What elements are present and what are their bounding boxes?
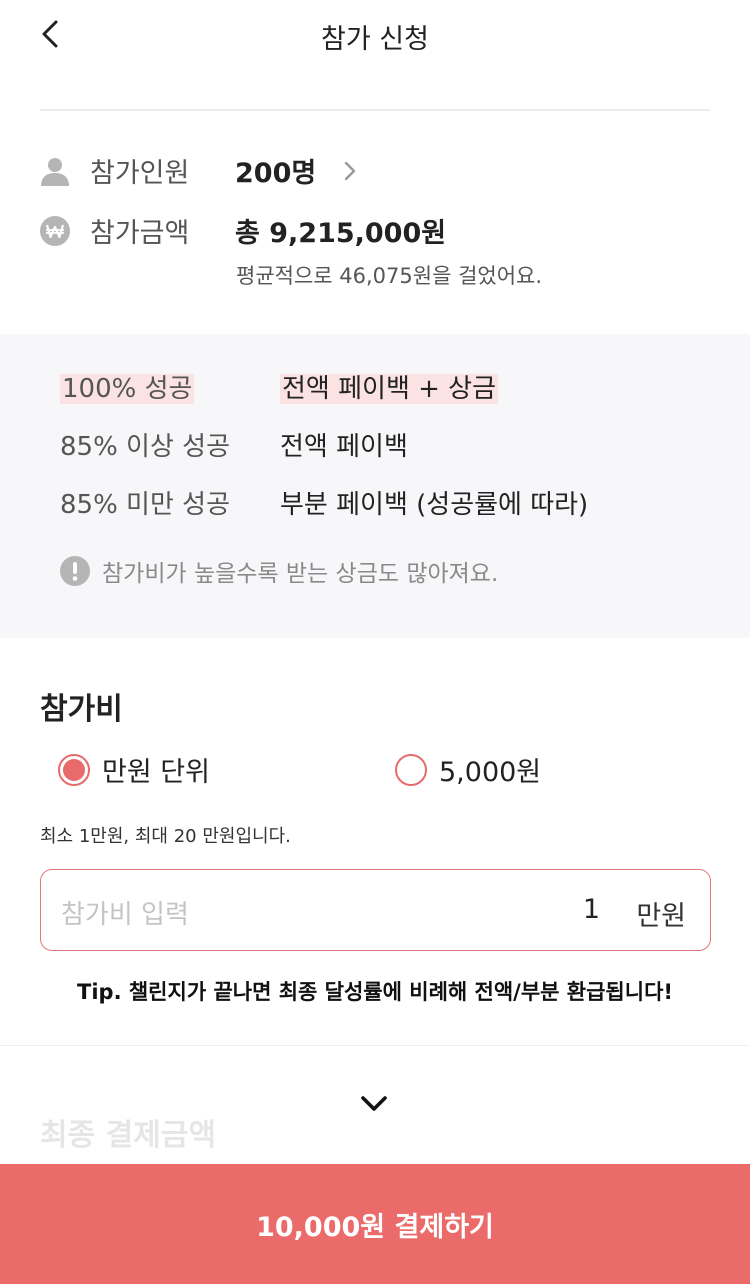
radio-button[interactable] bbox=[395, 753, 427, 786]
radio-label: 5,000원 bbox=[439, 757, 542, 788]
fee-input-unit: 만원 bbox=[636, 901, 686, 932]
fee-input-placeholder: 참가비 입력 bbox=[61, 900, 189, 930]
amount-row: 참가금액 총 9,215,000원 bbox=[40, 211, 446, 250]
reward-condition: 85% 이상 성공 bbox=[60, 431, 230, 462]
person-icon bbox=[40, 156, 70, 186]
reward-row: 100% 성공 전액 페이백 + 상금 bbox=[60, 368, 499, 404]
fee-section-title: 참가비 bbox=[40, 692, 123, 727]
amount-label: 참가금액 bbox=[90, 218, 190, 249]
section-divider bbox=[0, 1045, 750, 1046]
amount-value: 총 9,215,000원 bbox=[235, 218, 447, 249]
header-divider bbox=[40, 109, 710, 111]
radio-unit-10000[interactable]: 만원 단위 bbox=[58, 750, 210, 789]
expand-button[interactable] bbox=[356, 1090, 392, 1118]
participants-value: 200명 bbox=[235, 158, 317, 189]
radio-label: 만원 단위 bbox=[102, 757, 210, 788]
reward-result: 전액 페이백 + 상금 bbox=[280, 373, 499, 404]
radio-button-selected[interactable] bbox=[58, 753, 90, 786]
chevron-right-icon bbox=[345, 161, 356, 180]
participants-label: 참가인원 bbox=[90, 158, 190, 189]
reward-condition: 85% 미만 성공 bbox=[60, 489, 230, 520]
fee-helper-text: 최소 1만원, 최대 20 만원입니다. bbox=[40, 826, 291, 847]
participants-detail-button[interactable] bbox=[340, 156, 360, 186]
reward-condition: 100% 성공 bbox=[60, 373, 195, 404]
fee-input[interactable]: 참가비 입력 1 만원 bbox=[40, 869, 711, 951]
reward-result: 부분 페이백 (성공률에 따라) bbox=[280, 489, 589, 520]
reward-result: 전액 페이백 bbox=[280, 431, 408, 462]
fee-input-value: 1 bbox=[582, 894, 600, 925]
tip-text: Tip. 챌린지가 끝나면 최종 달성률에 비례해 전액/부분 환급됩니다! bbox=[77, 980, 673, 1004]
radio-unit-5000[interactable]: 5,000원 bbox=[395, 750, 541, 789]
page-title: 참가 신청 bbox=[321, 24, 429, 55]
pay-button-label: 10,000원 결제하기 bbox=[256, 1211, 494, 1243]
reward-row: 85% 이상 성공 전액 페이백 bbox=[60, 426, 408, 462]
pay-button[interactable]: 10,000원 결제하기 bbox=[0, 1164, 750, 1284]
header: 참가 신청 bbox=[0, 0, 750, 111]
notice: 참가비가 높을수록 받는 상금도 많아져요. bbox=[60, 554, 498, 588]
chevron-down-icon bbox=[361, 1096, 387, 1111]
exclamation-icon bbox=[60, 556, 90, 586]
amount-average-text: 평균적으로 46,075원을 걸었어요. bbox=[236, 264, 543, 288]
participants-row: 참가인원 200명 bbox=[40, 151, 360, 190]
reward-row: 85% 미만 성공 부분 페이백 (성공률에 따라) bbox=[60, 484, 588, 520]
won-icon bbox=[40, 215, 70, 246]
final-amount-title: 최종 결제금액 bbox=[40, 1118, 217, 1153]
notice-text: 참가비가 높을수록 받는 상금도 많아져요. bbox=[102, 561, 499, 587]
